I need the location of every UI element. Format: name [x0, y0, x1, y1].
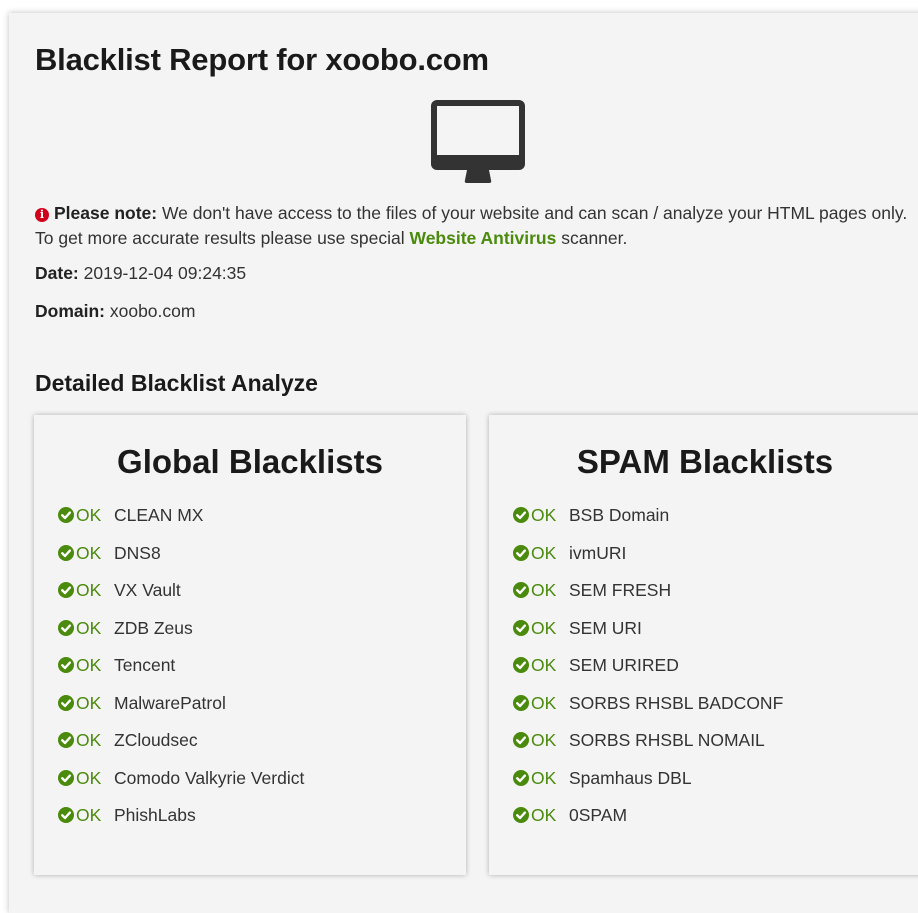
status-badge: OK	[531, 655, 557, 675]
check-circle-icon	[513, 769, 529, 786]
blacklist-item: OK Comodo Valkyrie Verdict	[58, 766, 304, 804]
blacklist-name: MalwarePatrol	[114, 692, 226, 713]
status-badge: OK	[531, 730, 557, 750]
status-badge: OK	[531, 692, 557, 713]
date-label: Date:	[35, 263, 79, 283]
note-text-end: scanner.	[556, 228, 628, 248]
check-circle-icon	[58, 694, 74, 711]
website-antivirus-link[interactable]: Website Antivirus	[410, 228, 557, 248]
status-badge: OK	[531, 505, 557, 525]
blacklist-name: PhishLabs	[114, 805, 196, 825]
please-note-notice: i Please note: We don't have access to th…	[35, 201, 915, 251]
page-title: Blacklist Report for xoobo.com	[35, 42, 489, 77]
blacklist-name: BSB Domain	[569, 505, 670, 525]
status-badge: OK	[76, 692, 102, 713]
blacklist-item: OK ivmURI	[513, 541, 783, 579]
desktop-monitor-icon	[431, 100, 525, 183]
check-circle-icon	[513, 657, 529, 673]
date-value: 2019-12-04 09:24:35	[78, 263, 247, 283]
status-badge: OK	[76, 730, 102, 750]
note-label: Please note:	[54, 203, 158, 223]
blacklist-item: OK ZCloudsec	[58, 728, 304, 766]
blacklist-item: OK CLEAN MX	[58, 503, 304, 541]
blacklist-item: OK VX Vault	[58, 578, 304, 616]
status-badge: OK	[76, 805, 102, 825]
status-badge: OK	[76, 617, 102, 638]
blacklist-name: CLEAN MX	[114, 505, 204, 525]
check-circle-icon	[513, 807, 529, 823]
check-circle-icon	[513, 732, 529, 748]
check-circle-icon	[58, 769, 74, 786]
blacklist-item: OK SORBS RHSBL BADCONF	[513, 691, 783, 729]
blacklist-item: OK SEM URIRED	[513, 653, 783, 691]
blacklist-name: Comodo Valkyrie Verdict	[114, 767, 305, 788]
blacklist-name: DNS8	[114, 542, 161, 563]
blacklist-item: OK Spamhaus DBL	[513, 766, 783, 804]
check-circle-icon	[58, 807, 74, 823]
check-circle-icon	[513, 582, 529, 598]
blacklist-item: OK SEM URI	[513, 616, 783, 654]
blacklist-name: SEM FRESH	[569, 580, 672, 600]
blacklist-item: OK SORBS RHSBL NOMAIL	[513, 728, 783, 766]
info-circle-icon: i	[35, 208, 49, 222]
blacklist-name: SORBS RHSBL BADCONF	[569, 692, 784, 713]
check-circle-icon	[58, 657, 74, 673]
status-badge: OK	[76, 655, 102, 675]
report-domain: Domain: xoobo.com	[35, 301, 195, 322]
blacklist-item: OK PhishLabs	[58, 803, 304, 841]
status-badge: OK	[76, 542, 102, 563]
blacklist-name: SEM URI	[569, 617, 642, 638]
global-blacklists-card: Global Blacklists OK CLEAN MX OK DNS8 OK…	[34, 415, 466, 875]
status-badge: OK	[531, 542, 557, 563]
spam-blacklists-card: SPAM Blacklists OK BSB Domain OK ivmURI …	[489, 415, 918, 875]
check-circle-icon	[58, 732, 74, 748]
status-badge: OK	[531, 617, 557, 638]
blacklist-item: OK SEM FRESH	[513, 578, 783, 616]
blacklist-name: Tencent	[114, 655, 176, 675]
status-badge: OK	[76, 580, 102, 600]
blacklist-item: OK Tencent	[58, 653, 304, 691]
blacklist-item: OK BSB Domain	[513, 503, 783, 541]
global-blacklists-title: Global Blacklists	[117, 443, 383, 480]
status-badge: OK	[76, 505, 102, 525]
blacklist-name: ivmURI	[569, 542, 627, 563]
section-title: Detailed Blacklist Analyze	[35, 370, 318, 396]
check-circle-icon	[513, 694, 529, 711]
blacklist-name: SORBS RHSBL NOMAIL	[569, 730, 765, 750]
blacklist-item: OK DNS8	[58, 541, 304, 579]
blacklist-name: ZCloudsec	[114, 730, 198, 750]
blacklist-name: Spamhaus DBL	[569, 767, 692, 788]
report-page: Blacklist Report for xoobo.com i Please n…	[9, 13, 918, 913]
check-circle-icon	[58, 507, 74, 523]
check-circle-icon	[513, 544, 529, 561]
blacklist-item: OK MalwarePatrol	[58, 691, 304, 729]
status-badge: OK	[76, 767, 102, 788]
blacklist-name: 0SPAM	[569, 805, 628, 825]
status-badge: OK	[531, 805, 557, 825]
status-badge: OK	[531, 767, 557, 788]
spam-blacklists-title: SPAM Blacklists	[576, 443, 834, 480]
spam-blacklists-list: OK BSB Domain OK ivmURI OK SEM FRESH OK …	[513, 503, 783, 841]
blacklist-name: SEM URIRED	[569, 655, 679, 675]
domain-value: xoobo.com	[105, 301, 196, 321]
status-badge: OK	[531, 580, 557, 600]
blacklist-name: VX Vault	[114, 580, 181, 600]
blacklist-item: OK ZDB Zeus	[58, 616, 304, 654]
report-date: Date: 2019-12-04 09:24:35	[35, 263, 246, 284]
global-blacklists-list: OK CLEAN MX OK DNS8 OK VX Vault OK ZDB Z…	[58, 503, 304, 841]
check-circle-icon	[513, 507, 529, 523]
blacklist-item: OK 0SPAM	[513, 803, 783, 841]
check-circle-icon	[58, 582, 74, 598]
domain-label: Domain:	[35, 301, 105, 321]
check-circle-icon	[513, 619, 529, 636]
check-circle-icon	[58, 619, 74, 636]
check-circle-icon	[58, 544, 74, 561]
blacklist-name: ZDB Zeus	[114, 617, 193, 638]
